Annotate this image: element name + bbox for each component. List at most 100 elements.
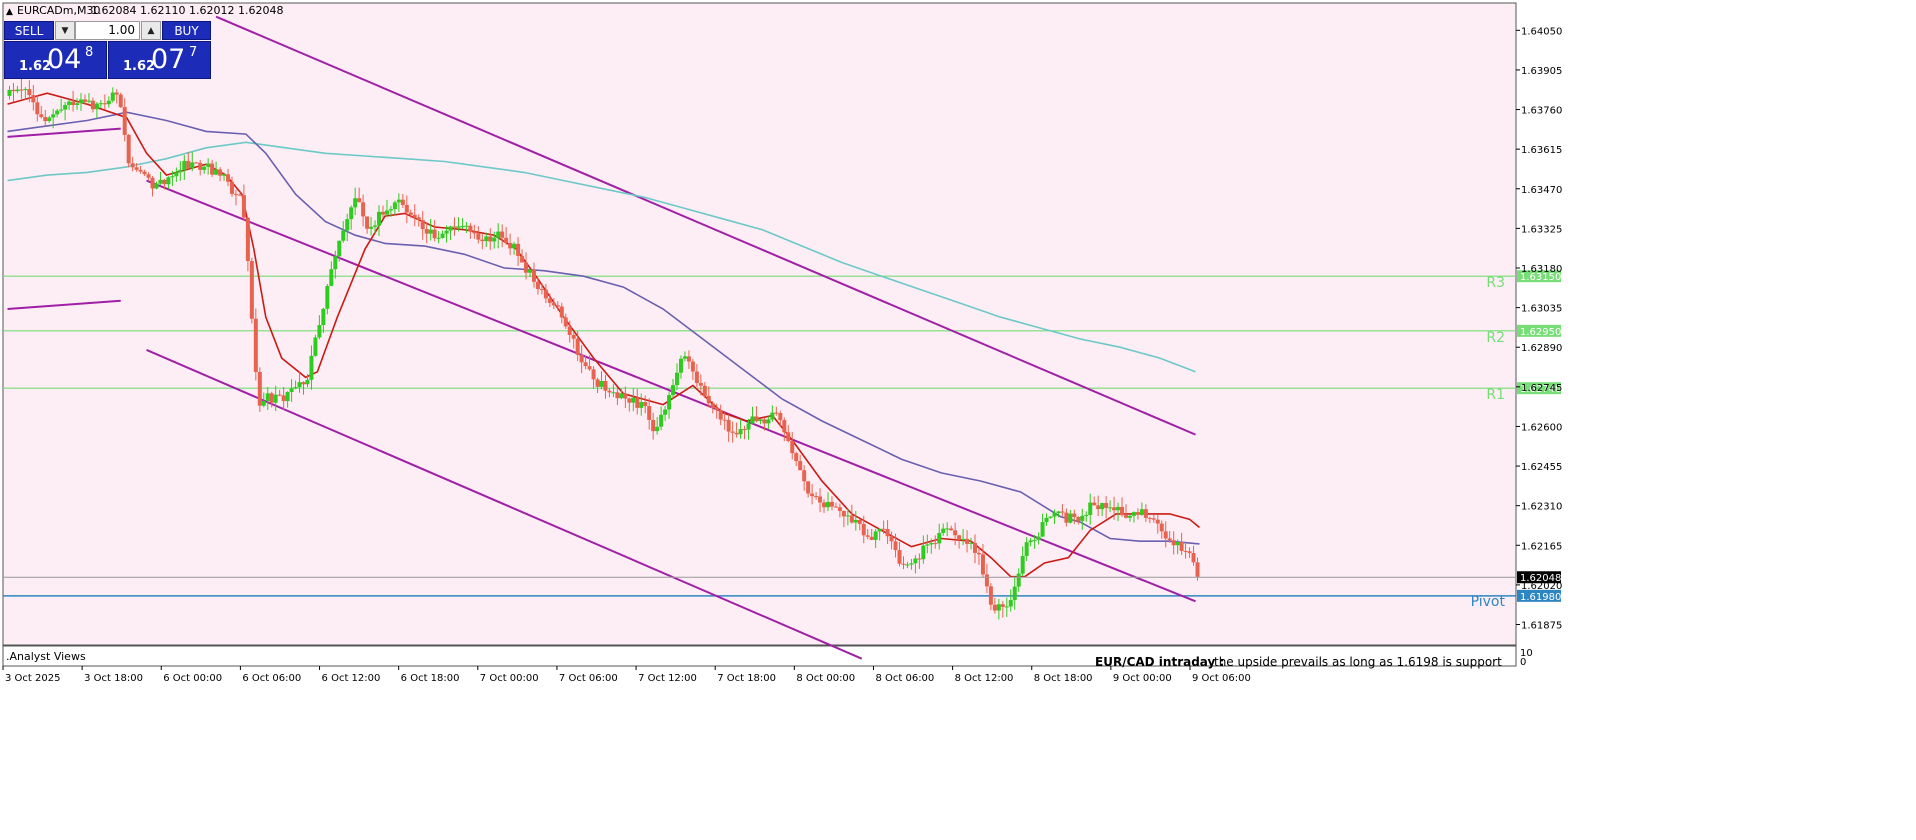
candle-body[interactable]: [611, 392, 616, 394]
buy-price-box[interactable]: 1.62 07 7: [108, 41, 211, 79]
candle-body[interactable]: [384, 210, 389, 215]
candle-body[interactable]: [1175, 541, 1180, 546]
candle-body[interactable]: [43, 117, 48, 122]
candle-body[interactable]: [1060, 511, 1065, 513]
candle-body[interactable]: [27, 89, 32, 96]
candle-body[interactable]: [627, 398, 632, 403]
candle-body[interactable]: [643, 402, 648, 407]
candle-body[interactable]: [400, 199, 405, 205]
candle-body[interactable]: [98, 103, 103, 105]
candle-body[interactable]: [1167, 538, 1172, 541]
candle-body[interactable]: [1084, 514, 1089, 516]
candle-body[interactable]: [289, 388, 294, 393]
candle-body[interactable]: [253, 318, 258, 373]
candle-body[interactable]: [750, 416, 755, 424]
candle-body[interactable]: [845, 515, 850, 517]
candle-body[interactable]: [1028, 540, 1033, 543]
candle-body[interactable]: [718, 410, 723, 420]
candle-body[interactable]: [837, 507, 842, 511]
candle-body[interactable]: [218, 169, 223, 176]
candle-body[interactable]: [496, 231, 501, 238]
candle-body[interactable]: [587, 366, 592, 370]
candle-body[interactable]: [655, 426, 660, 432]
candle-body[interactable]: [671, 385, 676, 396]
candle-body[interactable]: [361, 202, 366, 217]
candle-body[interactable]: [980, 554, 985, 575]
candle-body[interactable]: [492, 237, 497, 242]
candle-body[interactable]: [237, 194, 242, 196]
candle-body[interactable]: [1116, 506, 1121, 511]
candle-body[interactable]: [102, 103, 107, 105]
candle-body[interactable]: [329, 269, 334, 286]
candle-body[interactable]: [615, 392, 620, 399]
candle-body[interactable]: [504, 237, 509, 244]
candle-body[interactable]: [738, 429, 743, 435]
candle-body[interactable]: [1100, 502, 1105, 510]
candle-body[interactable]: [420, 220, 425, 230]
candle-body[interactable]: [11, 89, 16, 92]
candle-body[interactable]: [194, 162, 199, 164]
candle-body[interactable]: [380, 211, 385, 215]
candle-body[interactable]: [1127, 515, 1132, 518]
candle-body[interactable]: [539, 289, 544, 291]
candle-body[interactable]: [742, 429, 747, 431]
candle-body[interactable]: [961, 538, 966, 540]
candle-body[interactable]: [285, 392, 290, 402]
candle-body[interactable]: [535, 281, 540, 290]
candle-body[interactable]: [257, 372, 262, 406]
candle-body[interactable]: [833, 506, 838, 508]
candle-body[interactable]: [1096, 505, 1101, 510]
candle-body[interactable]: [694, 371, 699, 384]
candle-body[interactable]: [241, 195, 246, 218]
candle-body[interactable]: [178, 169, 183, 173]
candle-body[interactable]: [853, 519, 858, 523]
candle-body[interactable]: [849, 515, 854, 523]
candle-body[interactable]: [786, 432, 791, 442]
candle-body[interactable]: [857, 519, 862, 524]
candle-body[interactable]: [333, 256, 338, 270]
candle-body[interactable]: [778, 413, 783, 421]
candle-body[interactable]: [885, 529, 890, 537]
candle-body[interactable]: [782, 420, 787, 433]
sell-button[interactable]: SELL: [4, 21, 54, 40]
candle-body[interactable]: [829, 501, 834, 507]
candle-body[interactable]: [949, 528, 954, 531]
candle-body[interactable]: [233, 193, 238, 195]
candle-body[interactable]: [1064, 512, 1069, 523]
candle-body[interactable]: [1123, 515, 1128, 518]
price-chart[interactable]: R3 1.63150R2 1.62950R1 1.62740Pivot 1.61980 …: [0, 0, 1916, 840]
candle-body[interactable]: [261, 400, 266, 406]
candle-body[interactable]: [647, 406, 652, 420]
candle-body[interactable]: [1151, 518, 1156, 520]
candle-body[interactable]: [106, 100, 111, 105]
candle-body[interactable]: [67, 101, 72, 105]
candle-body[interactable]: [468, 225, 473, 232]
candle-body[interactable]: [210, 163, 215, 175]
candle-body[interactable]: [905, 564, 910, 566]
candle-body[interactable]: [305, 379, 310, 385]
candle-body[interactable]: [1183, 550, 1188, 552]
candle-body[interactable]: [607, 390, 612, 393]
candle-body[interactable]: [126, 134, 131, 164]
candle-body[interactable]: [214, 169, 219, 175]
candle-body[interactable]: [726, 419, 731, 432]
candle-body[interactable]: [369, 226, 374, 229]
candle-body[interactable]: [309, 355, 314, 380]
candle-body[interactable]: [941, 528, 946, 534]
candle-body[interactable]: [158, 179, 163, 184]
candle-body[interactable]: [841, 510, 846, 517]
candle-body[interactable]: [293, 387, 298, 389]
candle-body[interactable]: [408, 212, 413, 215]
candle-body[interactable]: [476, 233, 481, 240]
candle-body[interactable]: [7, 89, 12, 96]
candle-body[interactable]: [595, 379, 600, 387]
candle-body[interactable]: [984, 574, 989, 587]
candle-body[interactable]: [825, 501, 830, 508]
candle-body[interactable]: [1040, 522, 1045, 537]
lot-size-input[interactable]: 1.00: [75, 21, 140, 40]
candle-body[interactable]: [138, 169, 143, 172]
candle-body[interactable]: [543, 289, 548, 299]
candle-body[interactable]: [365, 216, 370, 229]
candle-body[interactable]: [452, 226, 457, 228]
candle-body[interactable]: [909, 563, 914, 565]
